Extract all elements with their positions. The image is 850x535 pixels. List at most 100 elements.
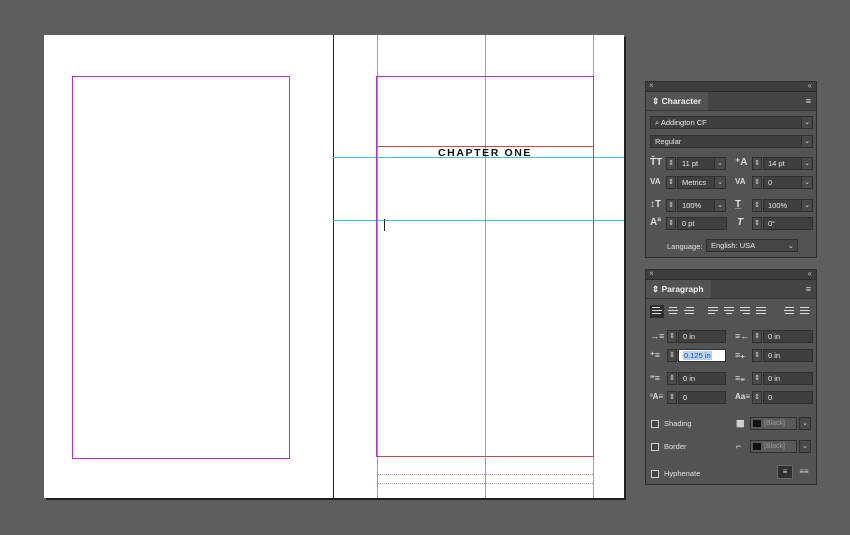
baseline-shift-field[interactable]: 0 pt — [677, 217, 727, 230]
border-color-swatch[interactable]: [Black] — [750, 440, 797, 453]
alignment-row — [650, 305, 814, 318]
drop-cap-lines-icon: ³A≡ — [650, 392, 664, 401]
last-line-indent-field[interactable]: 0 in — [763, 349, 813, 362]
black-swatch-chip — [753, 443, 761, 450]
drop-cap-lines-stepper[interactable]: ⇕ — [667, 391, 677, 404]
left-indent-stepper[interactable]: ⇕ — [667, 330, 677, 343]
font-family-field[interactable]: ⌕ Addington CF — [650, 116, 802, 129]
left-indent-field[interactable]: 0 in — [678, 330, 726, 343]
border-checkbox[interactable] — [651, 443, 659, 451]
skew-field[interactable]: 0° — [763, 217, 813, 230]
right-indent-field[interactable]: 0 in — [763, 330, 813, 343]
page-spine — [333, 35, 334, 498]
shading-color-dropdown[interactable]: ⌄ — [799, 417, 811, 430]
align-away-from-spine-button[interactable] — [798, 305, 812, 318]
font-style-field[interactable]: Regular — [650, 135, 802, 148]
kerning-stepper[interactable]: ⇕ — [666, 176, 676, 189]
align-right-button[interactable] — [682, 305, 696, 318]
shading-settings-icon[interactable]: ▦ — [736, 417, 745, 429]
leading-field[interactable]: 14 pt — [763, 157, 802, 170]
align-left-button[interactable] — [650, 305, 664, 318]
tab-paragraph[interactable]: ⇕ Paragraph — [646, 280, 711, 298]
panel-title-strip: × « — [646, 81, 816, 92]
baseline-grid — [377, 474, 593, 475]
hyphenate-label: Hyphenate — [664, 469, 701, 478]
space-after-stepper[interactable]: ⇕ — [752, 372, 762, 385]
horizontal-scale-dropdown[interactable]: ⌄ — [801, 199, 813, 212]
right-indent-stepper[interactable]: ⇕ — [752, 330, 762, 343]
right-page-margin-frame — [376, 76, 594, 457]
collapse-icon[interactable]: « — [808, 269, 812, 278]
panel-menu-icon[interactable]: ≡ — [806, 96, 811, 106]
vertical-scale-field[interactable]: 100% — [677, 199, 715, 212]
do-not-align-to-baseline-grid-button[interactable]: ≡ — [777, 465, 793, 479]
kerning-dropdown[interactable]: ⌄ — [714, 176, 726, 189]
collapse-icon[interactable]: « — [808, 81, 812, 90]
panel-menu-icon[interactable]: ≡ — [806, 284, 811, 294]
tracking-stepper[interactable]: ⇕ — [752, 176, 762, 189]
horizontal-scale-field[interactable]: 100% — [763, 199, 802, 212]
first-line-indent-icon: ⁺≡ — [650, 350, 661, 360]
border-color-dropdown[interactable]: ⌄ — [799, 440, 811, 453]
hyphenate-checkbox[interactable] — [651, 470, 659, 478]
tab-character[interactable]: ⇕ Character — [646, 92, 709, 110]
paragraph-tabbar: ⇕ Paragraph ≡ — [646, 280, 816, 299]
border-label: Border — [664, 442, 687, 451]
justify-right-button[interactable] — [738, 305, 752, 318]
baseline-grid — [377, 483, 593, 484]
font-size-stepper[interactable]: ⇕ — [666, 157, 676, 170]
space-before-icon: ⁼≡ — [650, 373, 661, 383]
language-select[interactable]: English: USA ⌄ — [706, 239, 798, 252]
border-settings-icon[interactable]: ⌐ — [736, 440, 741, 452]
justify-left-button[interactable] — [706, 305, 720, 318]
baseline-shift-icon: Aª — [650, 217, 661, 228]
shading-checkbox[interactable] — [651, 420, 659, 428]
justify-center-button[interactable] — [722, 305, 736, 318]
space-after-field[interactable]: 0 in — [763, 372, 813, 385]
chevron-down-icon: ⌄ — [787, 241, 794, 250]
leading-stepper[interactable]: ⇕ — [752, 157, 762, 170]
text-frame-bottom-rule — [377, 456, 593, 457]
last-line-indent-stepper[interactable]: ⇕ — [752, 349, 762, 362]
vertical-scale-icon: ↕T — [650, 199, 662, 210]
font-size-icon: ŤT — [650, 157, 663, 168]
drop-cap-lines-field[interactable]: 0 — [678, 391, 726, 404]
space-before-field[interactable]: 0 in — [678, 372, 726, 385]
font-size-field[interactable]: 11 pt — [677, 157, 715, 170]
first-line-indent-field[interactable]: 0.125 in — [678, 349, 726, 362]
tracking-field[interactable]: 0 — [763, 176, 802, 189]
tracking-dropdown[interactable]: ⌄ — [801, 176, 813, 189]
drop-cap-chars-stepper[interactable]: ⇕ — [752, 391, 762, 404]
close-icon[interactable]: × — [649, 81, 654, 90]
shading-color-swatch[interactable]: [Black] — [750, 417, 797, 430]
skew-stepper[interactable]: ⇕ — [752, 217, 762, 230]
right-indent-icon: ≡← — [735, 331, 750, 341]
tracking-icon: VA — [735, 177, 746, 186]
justify-all-button[interactable] — [754, 305, 768, 318]
align-center-button[interactable] — [666, 305, 680, 318]
left-indent-icon: →≡ — [650, 331, 665, 341]
horizontal-scale-icon: T̲ — [735, 199, 742, 210]
first-line-indent-stepper[interactable]: ⇕ — [667, 349, 677, 362]
drop-cap-chars-field[interactable]: 0 — [763, 391, 813, 404]
font-size-dropdown[interactable]: ⌄ — [714, 157, 726, 170]
leading-dropdown[interactable]: ⌄ — [801, 157, 813, 170]
language-label: Language: — [667, 242, 703, 251]
horizontal-scale-stepper[interactable]: ⇕ — [752, 199, 762, 212]
font-style-dropdown[interactable]: ⌄ — [801, 135, 813, 148]
font-family-dropdown[interactable]: ⌄ — [801, 116, 813, 129]
close-icon[interactable]: × — [649, 269, 654, 278]
vertical-scale-dropdown[interactable]: ⌄ — [714, 199, 726, 212]
drop-cap-chars-icon: Aa≡ — [735, 392, 750, 401]
vertical-scale-stepper[interactable]: ⇕ — [666, 199, 676, 212]
kerning-field[interactable]: Metrics — [677, 176, 715, 189]
text-cursor — [384, 219, 385, 231]
baseline-shift-stepper[interactable]: ⇕ — [666, 217, 676, 230]
left-page-margin-frame — [72, 76, 290, 459]
space-after-icon: ≡₌ — [735, 373, 746, 383]
align-to-baseline-grid-button[interactable]: ≡≡ — [796, 465, 812, 479]
align-towards-spine-button[interactable] — [782, 305, 796, 318]
paragraph-panel: × « ⇕ Paragraph ≡ →≡ ⇕ 0 in ≡← ⇕ 0 in ⁺≡… — [645, 269, 817, 485]
chapter-heading[interactable]: CHAPTER ONE — [377, 147, 593, 159]
space-before-stepper[interactable]: ⇕ — [667, 372, 677, 385]
